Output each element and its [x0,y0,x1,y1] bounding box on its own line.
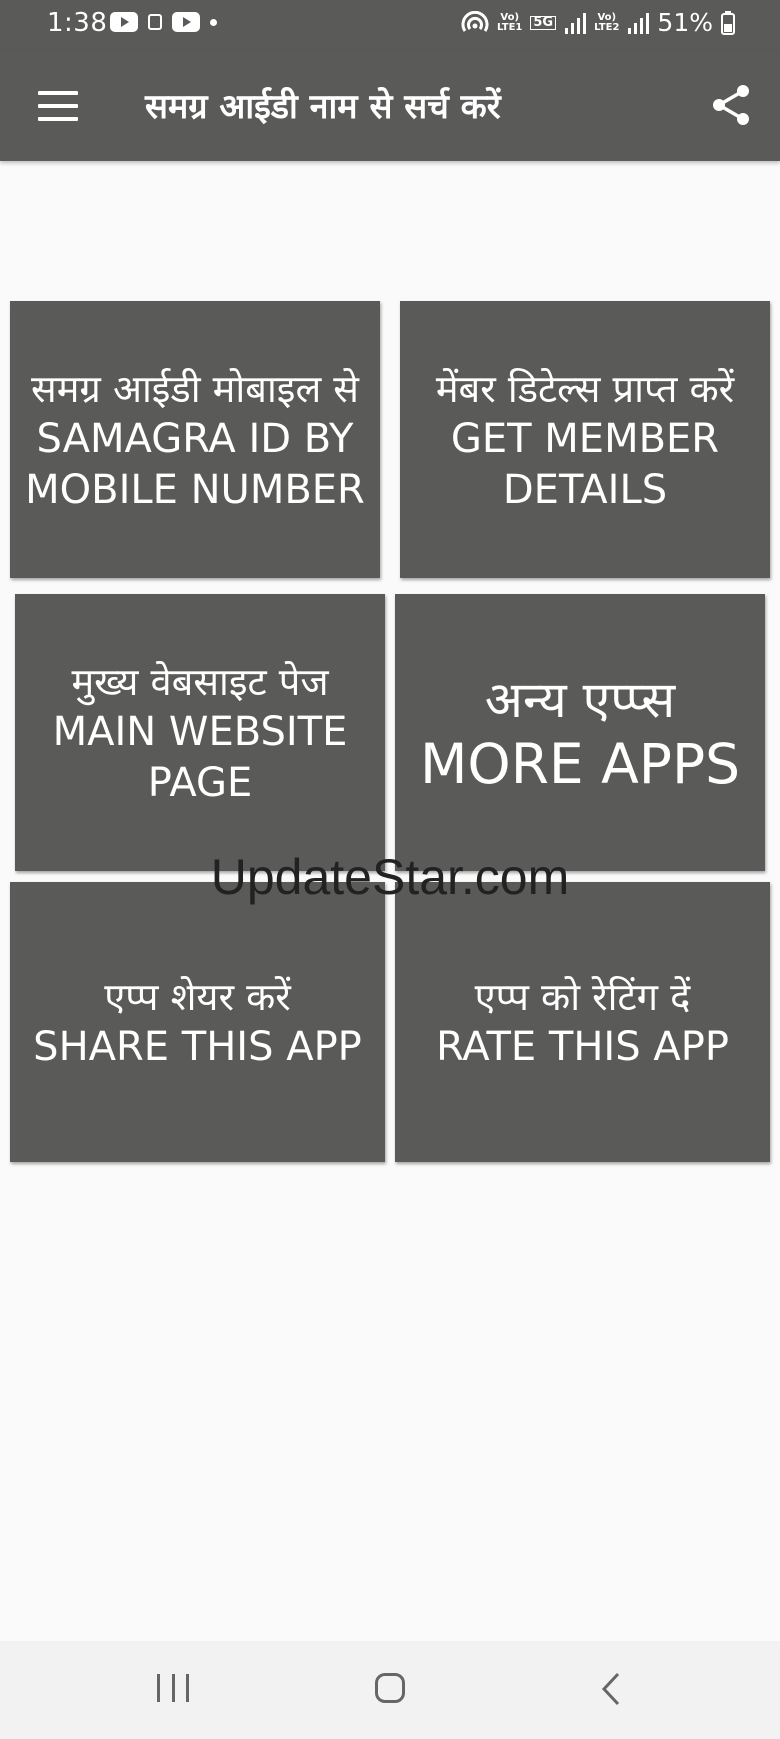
tile-english-label: SHARE THIS APP [33,1023,362,1070]
home-icon[interactable] [375,1673,405,1703]
tv-icon [148,14,162,30]
more-notifications-dot-icon [210,18,217,26]
share-icon[interactable] [710,83,754,127]
back-icon[interactable] [598,1671,626,1707]
youtube-icon [110,12,138,32]
sim1-label: Vo) LTE1 [497,11,523,33]
more-apps-button[interactable]: अन्य एप्प्स MORE APPS [395,594,765,871]
sim2-label: Vo) LTE2 [594,11,620,33]
main-website-page-button[interactable]: मुख्य वेबसाइट पेज MAIN WEBSITE PAGE [15,594,385,871]
recent-apps-icon[interactable] [157,1674,189,1704]
tile-english-label: MORE APPS [419,731,741,796]
share-this-app-button[interactable]: एप्प शेयर करें SHARE THIS APP [10,882,385,1162]
system-nav-bar [0,1641,780,1739]
tile-hindi-label: एप्प शेयर करें [104,974,291,1019]
menu-icon[interactable] [38,91,78,121]
tile-english-label: SAMAGRA ID BY MOBILE NUMBER [25,415,365,513]
network-5g-label: 5G [530,15,557,30]
battery-percent: 51% [657,8,713,37]
status-time: 1:38 [47,8,108,38]
tile-hindi-label: अन्य एप्प्स [484,670,676,729]
tile-hindi-label: एप्प को रेटिंग दें [474,974,691,1019]
rate-this-app-button[interactable]: एप्प को रेटिंग दें RATE THIS APP [395,882,770,1162]
status-bar: 1:38 Vo) LTE1 5G Vo) LTE2 51% [0,0,780,50]
tile-english-label: GET MEMBER DETAILS [450,415,720,513]
signal-icon [628,12,650,34]
notification-icons [110,12,217,32]
tile-hindi-label: मुख्य वेबसाइट पेज [71,659,329,704]
tile-hindi-label: समग्र आईडी मोबाइल से [31,366,359,411]
signal-icon [565,12,587,34]
samagra-id-by-mobile-button[interactable]: समग्र आईडी मोबाइल से SAMAGRA ID BY MOBIL… [10,301,380,578]
battery-icon [721,10,735,35]
youtube-icon [172,12,200,32]
tile-english-label: MAIN WEBSITE PAGE [52,708,348,806]
get-member-details-button[interactable]: मेंबर डिटेल्स प्राप्त करें GET MEMBER DE… [400,301,770,578]
page-title: समग्र आईडी नाम से सर्च करें [145,87,501,127]
tile-hindi-label: मेंबर डिटेल्स प्राप्त करें [435,366,735,411]
hotspot-icon [461,10,489,32]
tile-english-label: RATE THIS APP [436,1023,729,1070]
app-bar: समग्र आईडी नाम से सर्च करें [0,50,780,161]
status-right: Vo) LTE1 5G Vo) LTE2 51% [461,8,735,37]
